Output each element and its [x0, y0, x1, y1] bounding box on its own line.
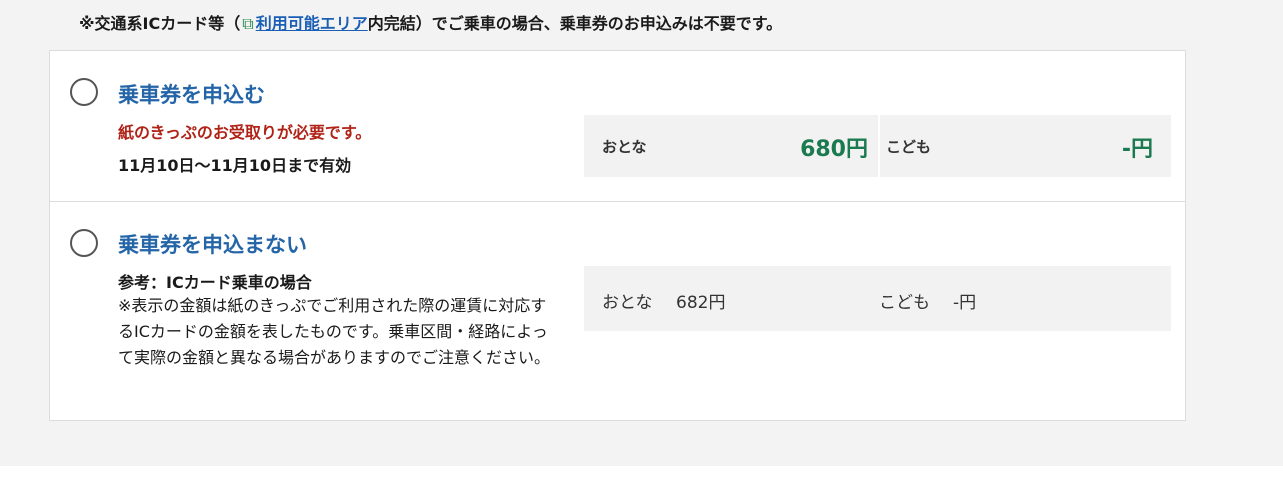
radio-no-ticket[interactable] — [70, 229, 98, 257]
adult-label: おとな — [602, 138, 647, 156]
page-footer-strip — [0, 466, 1283, 480]
notice-prefix: ※交通系ICカード等（ — [79, 14, 241, 33]
option-apply-ticket[interactable]: 乗車券を申込む 紙のきっぷのお受取りが必要です。 11月10日〜11月10日まで… — [49, 50, 1186, 202]
child-label: こども — [886, 138, 932, 156]
option-title[interactable]: 乗車券を申込む — [118, 79, 265, 109]
fare-panel: おとな 680円 こども -円 — [584, 115, 1171, 177]
paper-ticket-warning: 紙のきっぷのお受取りが必要です。 — [118, 123, 372, 142]
adult-fare: 680円 — [800, 137, 868, 162]
validity-period: 11月10日〜11月10日まで有効 — [118, 156, 352, 175]
child-fare: -円 — [953, 293, 977, 313]
reference-title: 参考：ICカード乗車の場合 — [118, 273, 312, 292]
notice-suffix: 内完結）でご乗車の場合、乗車券のお申込みは不要です。 — [367, 14, 783, 33]
radio-apply-ticket[interactable] — [70, 78, 98, 106]
external-link-icon: ⧉ — [242, 14, 254, 33]
ic-fare-panel: おとな 682円 こども -円 — [584, 266, 1171, 331]
reference-note: ※表示の金額は紙のきっぷでご利用された際の運賃に対応するICカードの金額を表した… — [118, 296, 551, 367]
adult-label: おとな — [602, 293, 653, 313]
child-label: こども — [879, 293, 930, 313]
adult-fare: 682円 — [676, 293, 726, 313]
option-title[interactable]: 乗車券を申込まない — [118, 229, 307, 259]
child-fare: -円 — [1121, 137, 1153, 162]
available-area-link[interactable]: 利用可能エリア — [256, 14, 368, 33]
adult-fare-cell: おとな 680円 — [584, 115, 878, 177]
child-fare-cell: こども -円 — [880, 115, 1171, 177]
ic-card-notice: ※交通系ICカード等（ ⧉ 利用可能エリア内完結）でご乗車の場合、乗車券のお申込みは… — [79, 12, 782, 36]
option-no-ticket[interactable]: 乗車券を申込まない 参考：ICカード乗車の場合 ※表示の金額は紙のきっぷでご利用… — [49, 201, 1186, 421]
